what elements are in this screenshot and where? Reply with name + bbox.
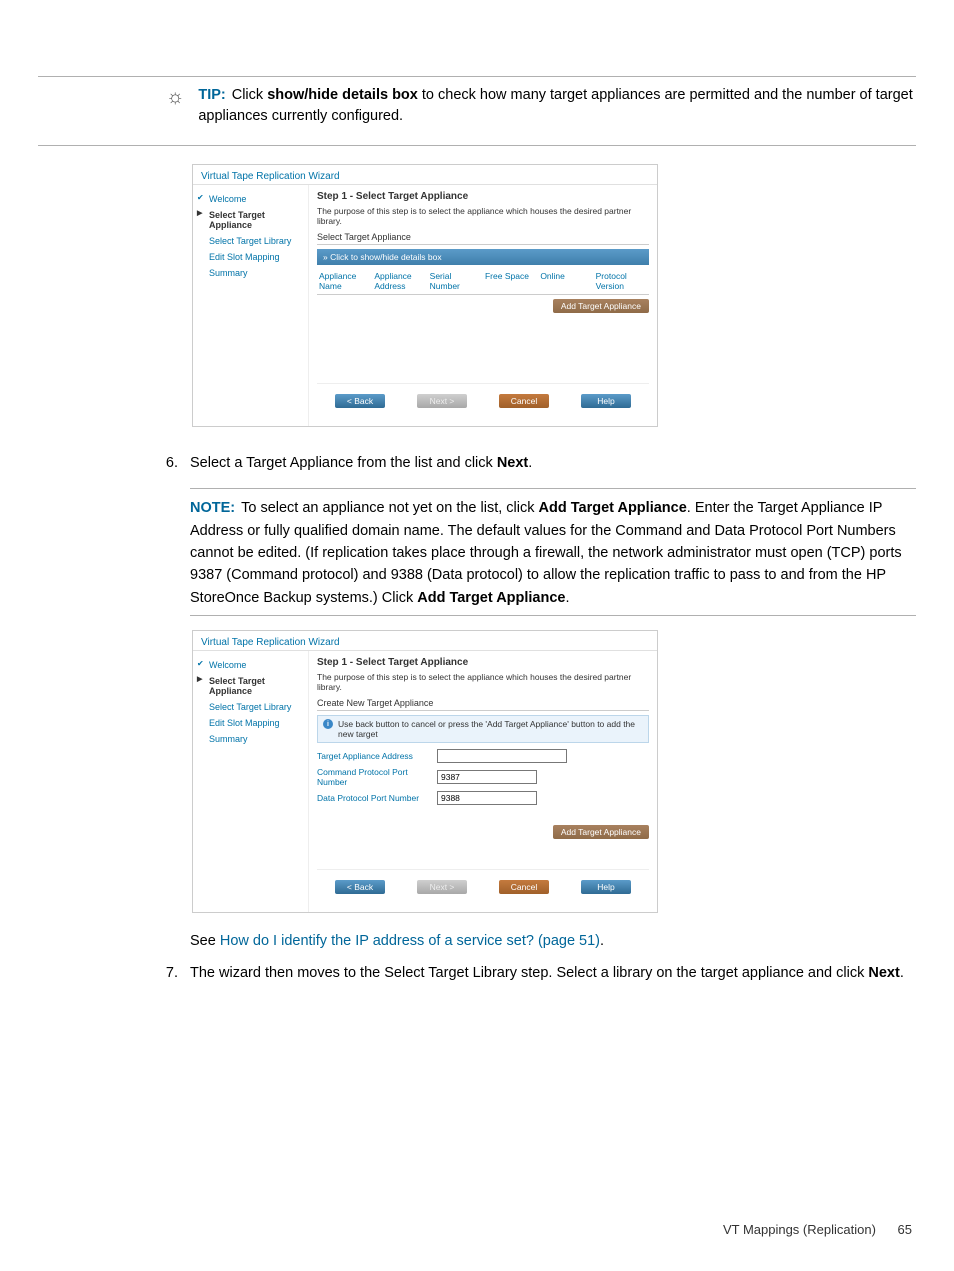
step-6: 6. Select a Target Appliance from the li…: [148, 453, 916, 474]
divider-note-bottom: [190, 615, 916, 616]
step-6-number: 6.: [148, 453, 190, 474]
next-button[interactable]: Next >: [417, 880, 467, 894]
wizard-title: Virtual Tape Replication Wizard: [193, 165, 657, 185]
command-port-input[interactable]: [437, 770, 537, 784]
cancel-button[interactable]: Cancel: [499, 880, 549, 894]
wizard-info-banner: Use back button to cancel or press the '…: [317, 715, 649, 743]
note-block: NOTE:To select an appliance not yet on t…: [190, 497, 912, 609]
wizard-subhead: Create New Target Appliance: [317, 698, 649, 711]
nav-select-library[interactable]: Select Target Library: [197, 233, 304, 249]
data-port-label: Data Protocol Port Number: [317, 793, 437, 803]
divider-top: [38, 76, 916, 77]
col-free-space[interactable]: Free Space: [483, 271, 538, 291]
tip-icon: ☼: [166, 86, 184, 109]
wizard-subhead: Select Target Appliance: [317, 232, 649, 245]
command-port-label: Command Protocol Port Number: [317, 767, 437, 787]
wizard-step-title: Step 1 - Select Target Appliance: [317, 657, 649, 668]
nav-welcome[interactable]: Welcome: [197, 657, 304, 673]
nav-select-library[interactable]: Select Target Library: [197, 699, 304, 715]
col-protocol-version[interactable]: Protocol Version: [594, 271, 649, 291]
cancel-button[interactable]: Cancel: [499, 394, 549, 408]
next-button[interactable]: Next >: [417, 394, 467, 408]
wizard-step-desc: The purpose of this step is to select th…: [317, 206, 649, 226]
add-target-appliance-button[interactable]: Add Target Appliance: [553, 299, 649, 313]
page-footer: VT Mappings (Replication) 65: [723, 1222, 912, 1237]
back-button[interactable]: < Back: [335, 394, 385, 408]
tip-block: ☼ TIP:Click show/hide details box to che…: [166, 85, 916, 127]
details-toggle-bar[interactable]: Click to show/hide details box: [317, 249, 649, 265]
help-button[interactable]: Help: [581, 880, 631, 894]
step-6-text: Select a Target Appliance from the list …: [190, 453, 916, 474]
add-target-appliance-button[interactable]: Add Target Appliance: [553, 825, 649, 839]
col-appliance-name[interactable]: Appliance Name: [317, 271, 372, 291]
wizard-title: Virtual Tape Replication Wizard: [193, 631, 657, 651]
footer-section: VT Mappings (Replication): [723, 1222, 876, 1237]
note-label: NOTE:: [190, 500, 235, 516]
wizard-buttons: < Back Next > Cancel Help: [317, 383, 649, 420]
target-address-input[interactable]: [437, 749, 567, 763]
wizard-nav: Welcome Select Target Appliance Select T…: [193, 651, 309, 912]
step-7-text: The wizard then moves to the Select Targ…: [190, 963, 916, 984]
see-reference: See How do I identify the IP address of …: [190, 933, 916, 949]
nav-select-appliance[interactable]: Select Target Appliance: [197, 673, 304, 699]
nav-edit-slot[interactable]: Edit Slot Mapping: [197, 715, 304, 731]
wizard-nav: Welcome Select Target Appliance Select T…: [193, 185, 309, 426]
nav-summary[interactable]: Summary: [197, 265, 304, 281]
step-7: 7. The wizard then moves to the Select T…: [148, 963, 916, 984]
divider-note-top: [190, 488, 916, 489]
step-7-number: 7.: [148, 963, 190, 984]
footer-page-number: 65: [898, 1222, 912, 1237]
col-online[interactable]: Online: [538, 271, 593, 291]
nav-select-appliance[interactable]: Select Target Appliance: [197, 207, 304, 233]
wizard-select-target-appliance: Virtual Tape Replication Wizard Welcome …: [192, 164, 658, 427]
target-address-label: Target Appliance Address: [317, 751, 437, 761]
appliance-table-header: Appliance Name Appliance Address Serial …: [317, 271, 649, 295]
col-appliance-address[interactable]: Appliance Address: [372, 271, 427, 291]
col-serial-number[interactable]: Serial Number: [428, 271, 483, 291]
nav-summary[interactable]: Summary: [197, 731, 304, 747]
divider-after-tip: [38, 145, 916, 146]
data-port-input[interactable]: [437, 791, 537, 805]
wizard-buttons: < Back Next > Cancel Help: [317, 869, 649, 906]
appliance-table-body: [317, 313, 649, 383]
nav-welcome[interactable]: Welcome: [197, 191, 304, 207]
link-identify-ip[interactable]: How do I identify the IP address of a se…: [220, 933, 600, 949]
wizard-create-target-appliance: Virtual Tape Replication Wizard Welcome …: [192, 630, 658, 913]
wizard-step-desc: The purpose of this step is to select th…: [317, 672, 649, 692]
back-button[interactable]: < Back: [335, 880, 385, 894]
tip-label: TIP:: [198, 87, 225, 103]
wizard-step-title: Step 1 - Select Target Appliance: [317, 191, 649, 202]
help-button[interactable]: Help: [581, 394, 631, 408]
nav-edit-slot[interactable]: Edit Slot Mapping: [197, 249, 304, 265]
tip-text: TIP:Click show/hide details box to check…: [198, 85, 916, 127]
